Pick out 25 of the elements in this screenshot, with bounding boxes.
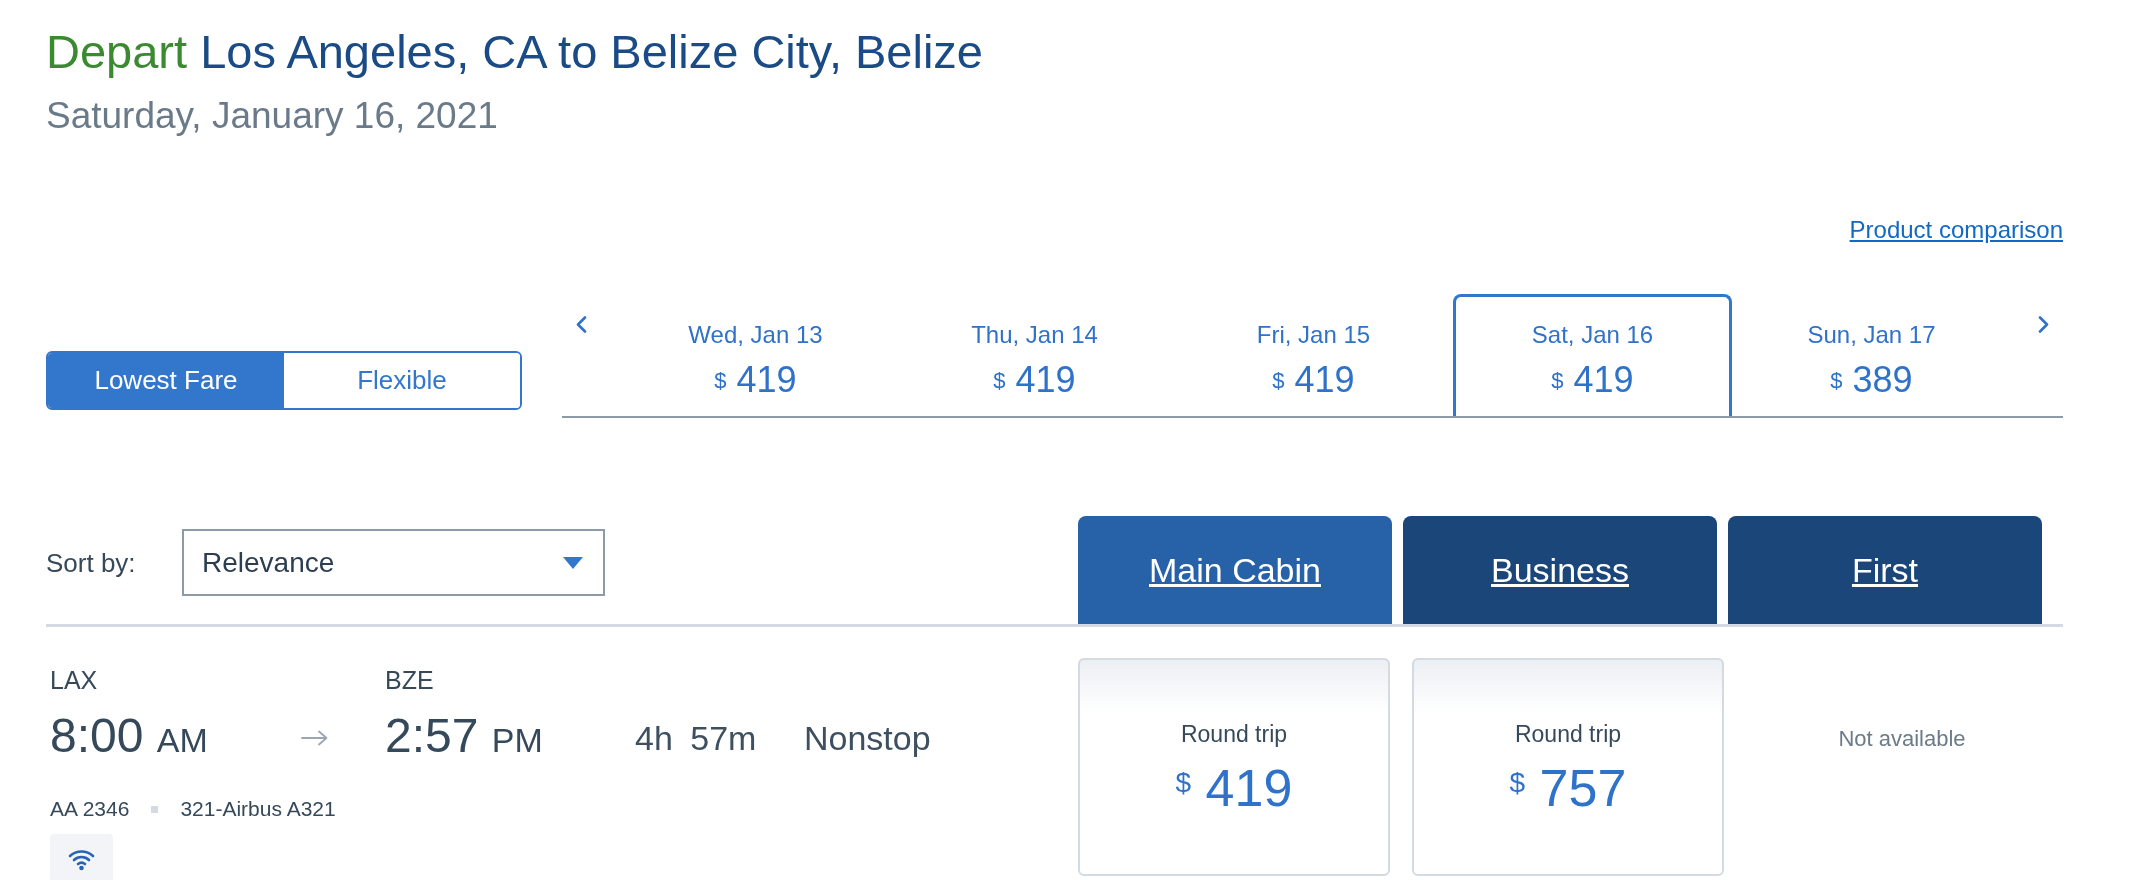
not-available-text: Not available <box>1838 727 1966 751</box>
caret-down-icon <box>563 556 583 569</box>
departure-time: 8:00 AM <box>50 708 208 764</box>
chevron-left-icon <box>576 316 587 333</box>
cabin-tab[interactable]: First <box>1728 516 2042 624</box>
travel-date: Saturday, January 16, 2021 <box>46 94 498 138</box>
cabin-tab[interactable]: Business <box>1403 516 1717 624</box>
fare-card[interactable]: Round trip $^{$}$ 757 <box>1412 658 1724 876</box>
page-title: Depart Los Angeles, CA to Belize City, Belize <box>46 24 983 80</box>
aircraft-type: 321-Airbus A321 <box>180 796 336 822</box>
flight-number: AA 2346 <box>50 796 130 822</box>
arrow-right-icon <box>301 730 328 746</box>
fare-card[interactable]: Round trip $^{$}$ 419 <box>1078 658 1390 876</box>
flight-duration: 4h 57m <box>635 718 757 758</box>
stops-text: Nonstop <box>804 718 931 758</box>
sort-label: Sort by: <box>46 546 136 579</box>
origin-airport-code: LAX <box>50 665 98 695</box>
product-comparison-link[interactable]: Product comparison <box>1849 215 2063 245</box>
cabin-tab[interactable]: Main Cabin <box>1078 516 1392 624</box>
sort-select[interactable]: Relevance <box>182 529 605 596</box>
separator-icon <box>151 805 159 813</box>
chevron-right-icon <box>2038 316 2049 333</box>
destination-airport-code: BZE <box>385 665 434 695</box>
fare-type-option[interactable]: Lowest Fare <box>48 353 284 408</box>
arrival-time: 2:57 PM <box>385 708 543 764</box>
